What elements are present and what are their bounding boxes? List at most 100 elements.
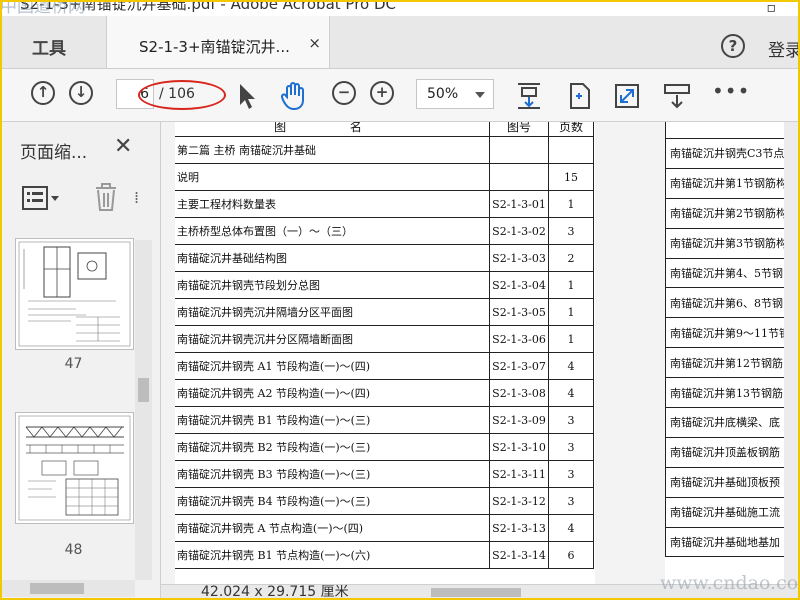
rotate-page-icon[interactable] [564,81,594,111]
row-name: 第二篇 主桥 南锚碇沉井基础 [175,136,490,164]
tab-tools[interactable]: 工具 [32,34,66,59]
row-name: 南锚碇沉井第6、8节钢 [665,287,798,319]
zoom-value: 50% [427,86,459,102]
pdf-page-continued: 南锚碇沉井钢壳C3节点 南锚碇沉井第1节钢筋构 南锚碇沉井第2节钢筋构 南锚碇沉井第3… [665,122,798,584]
table-row: 南锚碇沉井基础施工流 [665,497,798,528]
scroll-mode-icon[interactable] [514,81,544,111]
close-tab-icon[interactable]: × [308,34,321,52]
thumbnail-label: 48 [64,542,83,558]
header-name: 图 名 [175,122,490,137]
header-pages: 页数 [548,122,594,137]
row-code: S2-1-3-11 [489,460,549,488]
table-row: 南锚碇沉井基础地基加 [665,527,798,558]
table-row: 南锚碇沉井钢壳 A1 节段构造(一)～(四) S2-1-3-07 4 [175,352,594,380]
thumbnail-label: 47 [64,356,83,372]
row-name: 南锚碇沉井钢壳 B1 节点构造(一)～(六) [175,541,490,569]
table-row: 南锚碇沉井钢壳节段划分总图 S2-1-3-04 1 [175,271,594,299]
more-options-icon[interactable]: ••• [712,79,750,103]
table-row: 第二篇 主桥 南锚碇沉井基础 [175,136,594,164]
minimize-icon[interactable]: ▫ [767,2,777,16]
document-view[interactable]: 图 名 图号 页数 第二篇 主桥 南锚碇沉井基础 说明 15 主要工程材料数量表 S2-… [161,122,798,584]
row-pages: 1 [548,298,594,326]
close-panel-icon[interactable]: ✕ [114,134,132,159]
watermark-bottom: www.cndao.com [660,572,799,594]
hscrollbar-thumb[interactable] [30,583,84,594]
table-row: 南锚碇沉井钢壳C3节点 [665,138,798,169]
table-row: 主要工程材料数量表 S2-1-3-01 1 [175,190,594,218]
zoom-select[interactable]: 50% [416,79,494,109]
row-name: 南锚碇沉井第3节钢筋构 [665,228,798,259]
row-pages: 6 [548,541,594,569]
header-code: 图号 [489,122,549,137]
table-row: 南锚碇沉井钢壳 B2 节段构造(一)～(三) S2-1-3-10 3 [175,433,594,461]
panel-more-icon[interactable]: ⁞ [134,188,139,207]
thumbnail-page-48[interactable] [15,412,134,524]
table-row: 南锚碇沉井第6、8节钢 [665,287,798,319]
row-name: 南锚碇沉井钢壳 B1 节段构造(一)～(三) [175,406,490,434]
row-code: S2-1-3-01 [489,190,549,218]
select-cursor-icon[interactable] [232,81,262,111]
scrollbar-thumb[interactable] [138,378,149,402]
row-code [489,163,549,191]
page-48-preview [18,415,131,521]
tab-document[interactable]: S2-1-3+南锚锭沉井... × [106,16,330,68]
row-code: S2-1-3-09 [489,406,549,434]
thumbnails-hscrollbar[interactable] [2,580,135,597]
login-button[interactable]: 登录 [768,36,798,61]
app-window: S2-1-3+南锚锭沉井基础.pdf - Adobe Acrobat Pro D… [0,0,800,600]
row-name: 南锚碇沉井基础施工流 [665,497,798,528]
row-name: 南锚碇沉井钢壳 B4 节段构造(一)～(三) [175,487,490,515]
table-row: 南锚碇沉井基础结构图 S2-1-3-03 2 [175,244,594,272]
hand-tool-icon[interactable] [278,81,308,111]
table-row: 南锚碇沉井第13节钢筋 [665,377,798,409]
table-header-row: 图 名 图号 页数 [175,122,594,137]
row-pages: 1 [548,271,594,299]
next-page-icon[interactable]: ↓ [69,81,93,105]
row-name: 南锚碇沉井基础结构图 [175,244,490,272]
trash-icon[interactable] [94,182,118,212]
table-row: 南锚碇沉井钢壳沉井隔墙分区平面图 S2-1-3-05 1 [175,298,594,326]
zoom-in-icon[interactable]: + [370,81,394,105]
table-row: 说明 15 [175,163,594,191]
row-pages: 1 [548,325,594,353]
row-code [489,136,549,164]
row-name: 南锚碇沉井钢壳 A2 节段构造(一)～(四) [175,379,490,407]
row-pages: 3 [548,217,594,245]
row-code: S2-1-3-06 [489,325,549,353]
row-pages [548,136,594,164]
read-mode-icon[interactable] [662,81,692,111]
chevron-down-icon [475,92,485,98]
thumbnail-options-icon[interactable] [22,186,60,212]
table-row: 南锚碇沉井钢壳 B3 节段构造(一)～(三) S2-1-3-11 3 [175,460,594,488]
row-name: 说明 [175,163,490,191]
thumbnail-page-47[interactable] [15,238,134,350]
page-thumbnails-panel: 页面缩... ✕ ⁞ 47 48 [2,122,161,598]
row-pages: 3 [548,487,594,515]
table-row: 南锚碇沉井钢壳 B1 节点构造(一)～(六) S2-1-3-14 6 [175,541,594,569]
row-name: 南锚碇沉井钢壳节段划分总图 [175,271,490,299]
page-47-preview [18,241,131,347]
table-cell [665,122,798,139]
row-name: 南锚碇沉井钢壳C3节点 [665,138,798,169]
tab-bar: 工具 S2-1-3+南锚锭沉井... × ? 登录 [2,16,798,69]
prev-page-icon[interactable]: ↑ [31,81,55,105]
table-row: 南锚碇沉井钢壳沉井分区隔墙断面图 S2-1-3-06 1 [175,325,594,353]
row-name: 南锚碇沉井第2节钢筋构 [665,198,798,229]
row-name: 南锚碇沉井基础地基加 [665,527,798,558]
help-icon[interactable]: ? [721,34,745,58]
row-name: 南锚碇沉井第9～11节钢 [665,317,798,349]
drawing-index-table-continued: 南锚碇沉井钢壳C3节点 南锚碇沉井第1节钢筋构 南锚碇沉井第2节钢筋构 南锚碇沉井第3… [665,122,798,558]
table-row: 南锚碇沉井钢壳 B1 节段构造(一)～(三) S2-1-3-09 3 [175,406,594,434]
document-hscrollbar-thumb[interactable] [431,588,521,597]
thumbnails-scrollbar[interactable] [135,240,152,580]
row-pages: 3 [548,406,594,434]
table-row: 主桥桥型总体布置图（一）～（三） S2-1-3-02 3 [175,217,594,245]
toolbar: ↑ ↓ 6 / 106 − + 50% ••• [2,69,798,122]
full-screen-icon[interactable] [612,81,642,111]
table-row: 南锚碇沉井基础顶板预 [665,467,798,498]
zoom-out-icon[interactable]: − [332,81,356,105]
document-vscrollbar[interactable] [784,122,798,584]
table-row: 南锚碇沉井第1节钢筋构 [665,168,798,199]
row-pages: 4 [548,379,594,407]
table-row: 南锚碇沉井顶盖板钢筋 [665,437,798,468]
